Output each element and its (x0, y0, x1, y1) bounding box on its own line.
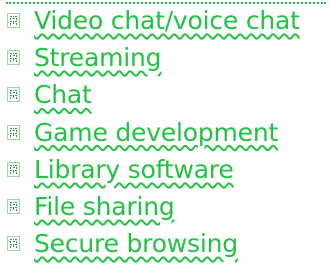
bitmap-file-icon (7, 124, 20, 140)
category-link-list: Video chat/voice chat Streaming Chat Gam… (0, 6, 331, 266)
list-item[interactable]: Chat (0, 80, 331, 117)
link-game-development[interactable]: Game development (34, 118, 278, 148)
bitmap-file-icon (7, 13, 20, 28)
list-item[interactable]: Game development (0, 118, 331, 155)
list-item[interactable]: File sharing (0, 192, 331, 229)
bitmap-file-icon (7, 87, 20, 103)
list-item[interactable]: Streaming (0, 43, 331, 80)
bitmap-file-icon (7, 198, 20, 214)
bitmap-file-icon (7, 161, 20, 177)
link-chat[interactable]: Chat (34, 80, 92, 110)
link-library-software[interactable]: Library software (34, 155, 234, 185)
bitmap-file-icon (7, 236, 20, 252)
link-file-sharing[interactable]: File sharing (34, 192, 175, 222)
list-item[interactable]: Secure browsing (0, 229, 331, 266)
top-dotted-divider (6, 0, 326, 4)
link-streaming[interactable]: Streaming (34, 43, 162, 73)
bitmap-file-icon (7, 50, 20, 66)
list-item[interactable]: Video chat/voice chat (0, 6, 331, 43)
list-item[interactable]: Library software (0, 155, 331, 192)
link-video-chat-voice-chat[interactable]: Video chat/voice chat (34, 6, 300, 36)
link-secure-browsing[interactable]: Secure browsing (34, 229, 238, 259)
